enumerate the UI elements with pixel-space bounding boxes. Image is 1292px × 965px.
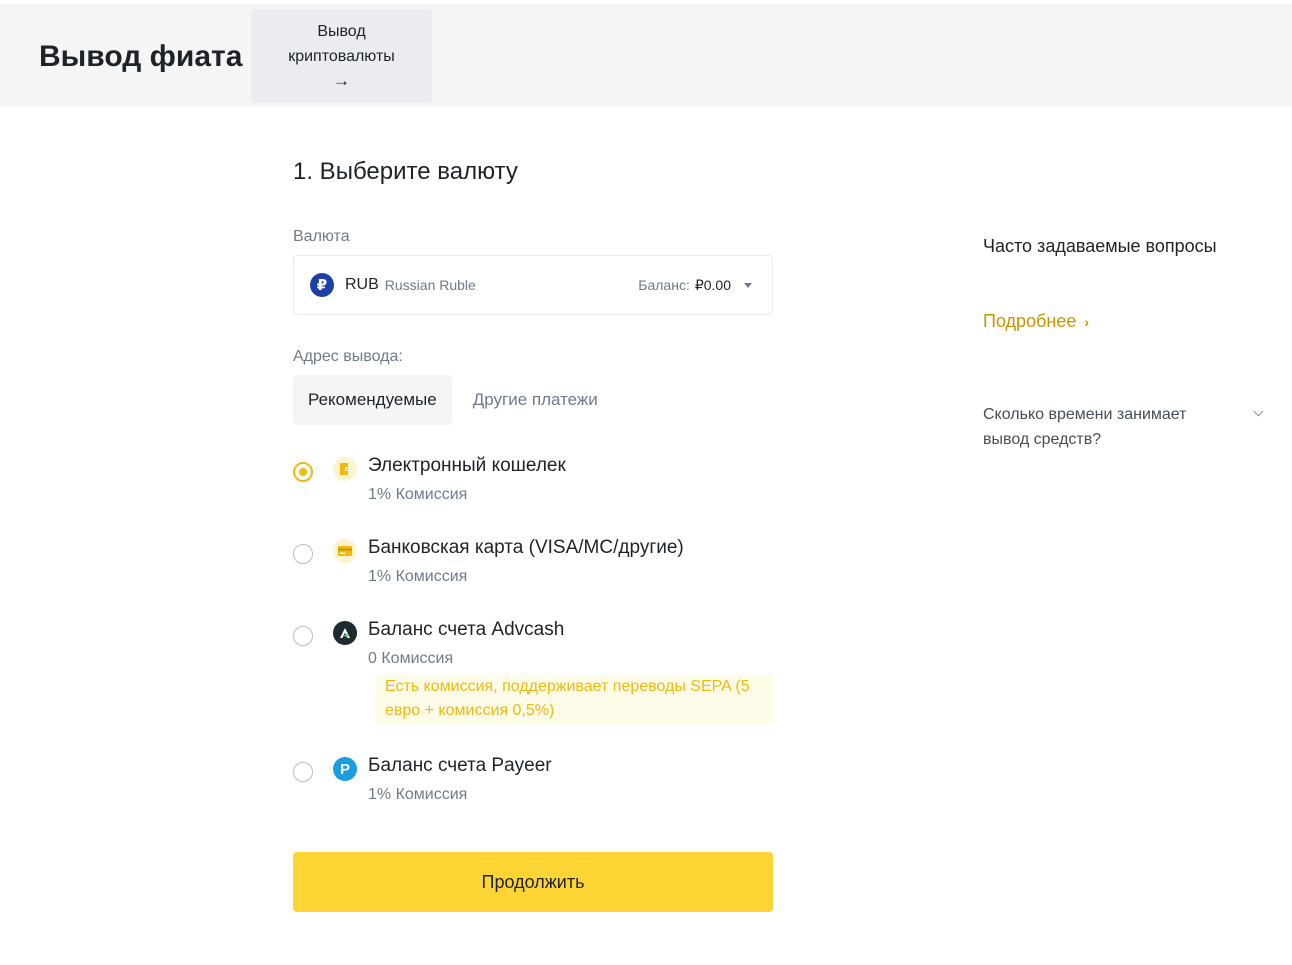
advcash-icon <box>333 621 357 645</box>
arrow-right-icon: → <box>333 71 350 90</box>
caret-down-icon <box>744 282 752 288</box>
option-fee: 1% Комиссия <box>368 568 468 585</box>
tab-recommended[interactable]: Рекомендуемые <box>293 375 452 425</box>
faq-question-text: Сколько времени занимает вывод средств? <box>983 406 1187 448</box>
radio-payeer[interactable] <box>293 762 313 782</box>
sepa-notice: Есть комиссия, поддерживает переводы SEP… <box>375 675 773 723</box>
option-title: Баланс счета Advcash <box>368 619 565 640</box>
crypto-withdraw-button[interactable]: Вывод криптовалюты → <box>251 9 432 103</box>
page-header: Вывод фиата Вывод криптовалюты → <box>0 4 1292 106</box>
option-title: Банковская карта (VISA/MC/другие) <box>368 537 684 558</box>
chevron-down-icon <box>1253 406 1264 417</box>
crypto-withdraw-label: Вывод криптовалюты <box>288 23 395 65</box>
ruble-icon: ₽ <box>310 273 334 297</box>
radio-advcash[interactable] <box>293 626 313 646</box>
option-fee: 1% Комиссия <box>368 486 468 503</box>
address-label: Адрес вывода: <box>293 348 403 365</box>
faq-title: Часто задаваемые вопросы <box>983 236 1217 256</box>
option-fee: 0 Комиссия <box>368 650 454 667</box>
currency-name: Russian Ruble <box>384 277 476 293</box>
balance-label: Баланс: <box>638 277 690 293</box>
balance-value: ₽0.00 <box>694 276 731 293</box>
step-title: 1. Выберите валюту <box>293 158 518 185</box>
page-title: Вывод фиата <box>39 40 243 73</box>
option-title: Баланс счета Payeer <box>368 755 552 776</box>
currency-select[interactable]: ₽ RUB Russian Ruble Баланс: ₽0.00 <box>293 255 773 315</box>
option-fee: 1% Комиссия <box>368 786 468 803</box>
option-title: Электронный кошелек <box>368 455 566 476</box>
currency-label: Валюта <box>293 228 350 245</box>
radio-ewallet[interactable] <box>293 462 313 482</box>
faq-more-label: Подробнее <box>983 311 1077 331</box>
bank-card-icon <box>333 539 357 563</box>
radio-bank-card[interactable] <box>293 544 313 564</box>
faq-more-link[interactable]: Подробнее › <box>983 311 1089 332</box>
chevron-right-icon: › <box>1084 313 1090 330</box>
continue-button[interactable]: Продолжить <box>293 852 773 912</box>
faq-question[interactable]: Сколько времени занимает вывод средств? <box>983 402 1273 452</box>
payment-tabs: Рекомендуемые Другие платежи <box>293 375 598 425</box>
tab-other-payments[interactable]: Другие платежи <box>472 375 598 425</box>
payeer-icon: P <box>333 757 357 781</box>
currency-code: RUB <box>345 276 379 293</box>
wallet-icon <box>333 457 357 481</box>
